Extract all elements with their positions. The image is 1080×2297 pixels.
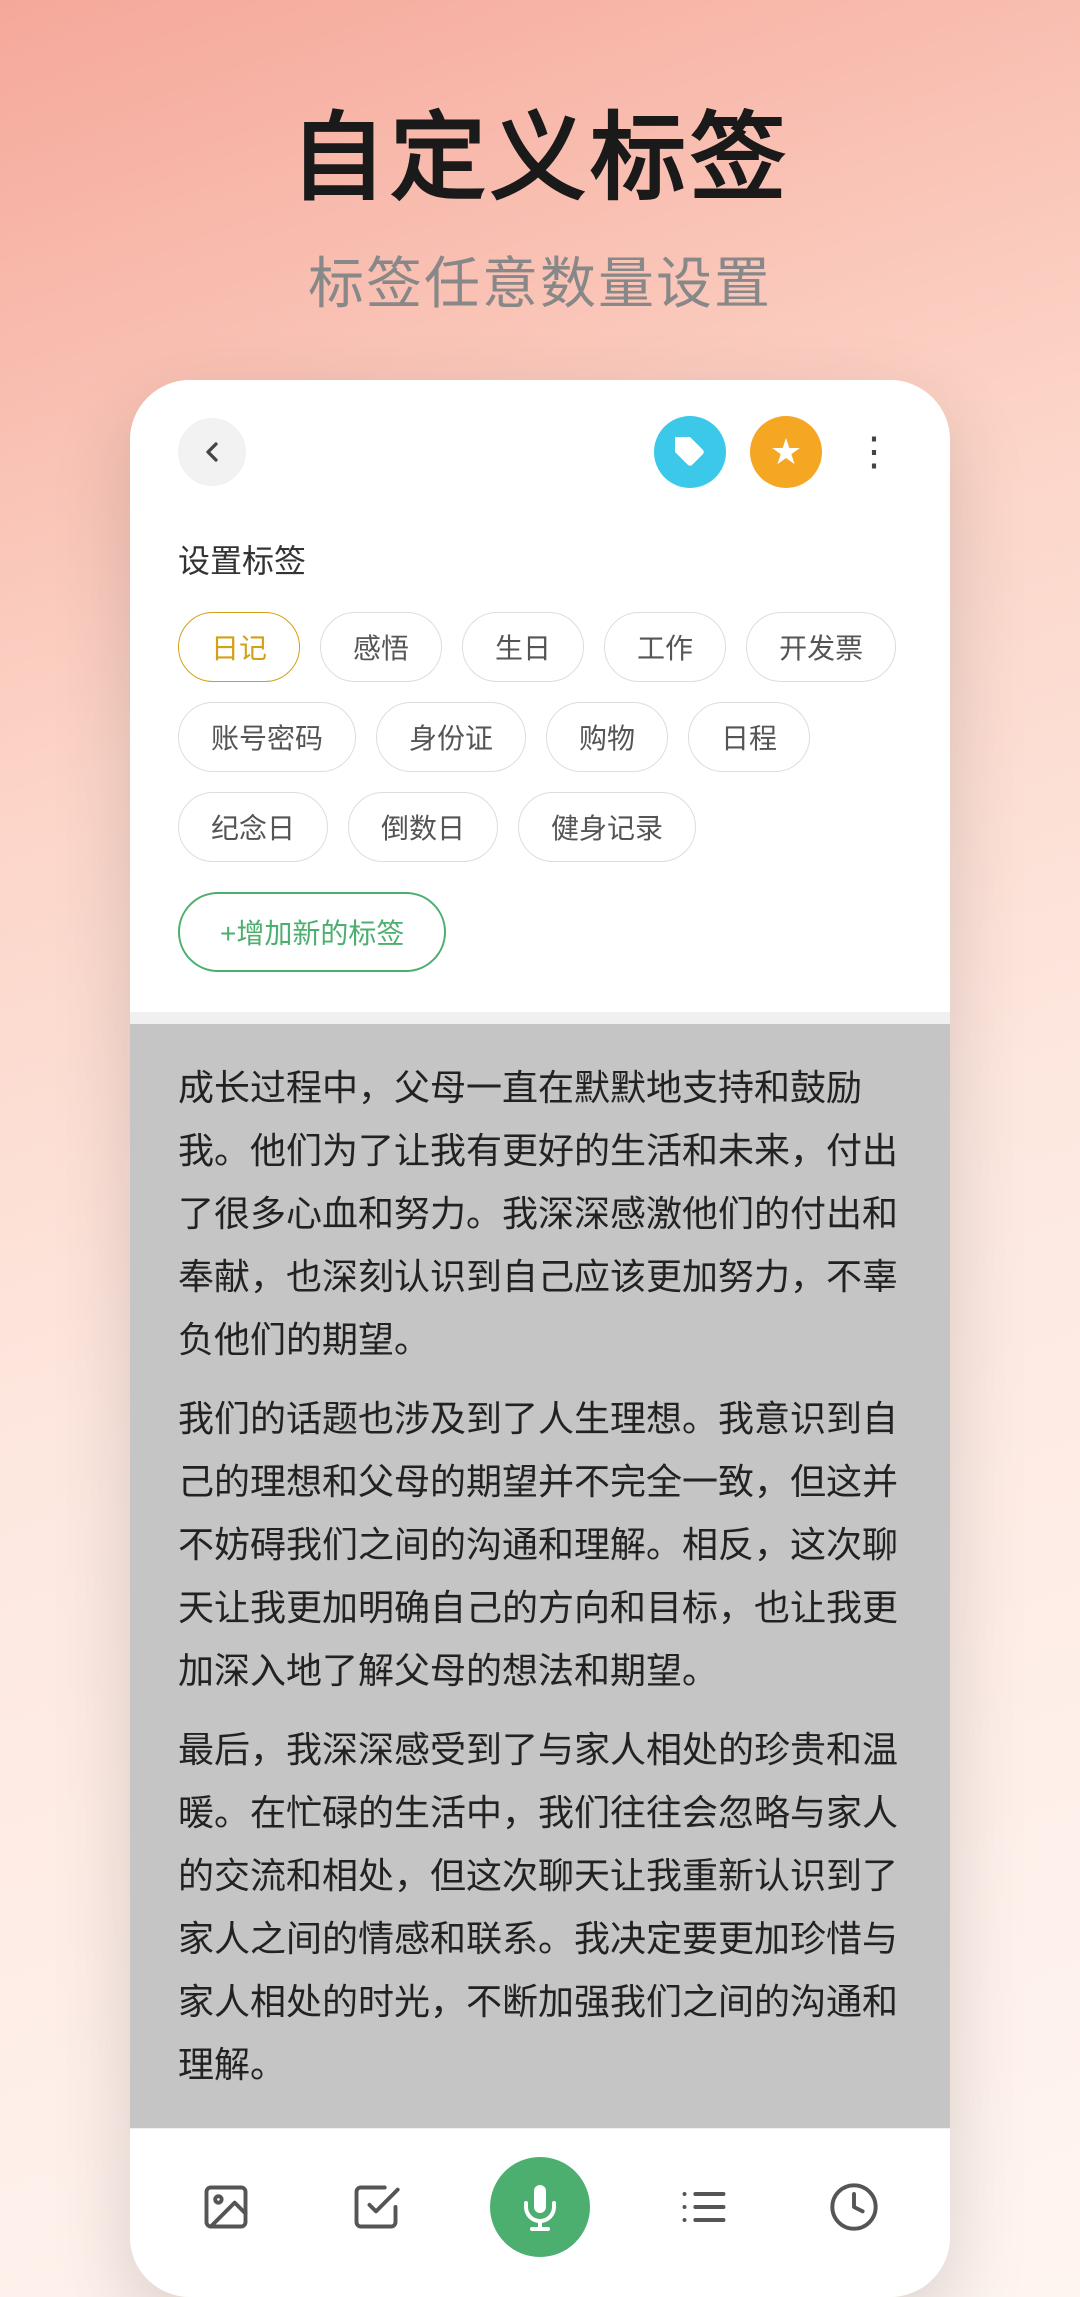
bottom-toolbar [130,2128,950,2297]
back-button[interactable] [178,418,246,486]
tag-chip-feelings[interactable]: 感悟 [320,612,442,682]
tag-chip-invoice[interactable]: 开发票 [746,612,896,682]
image-tool-button[interactable] [190,2171,262,2243]
diary-text-3: 最后，我深深感受到了与家人相处的珍贵和温暖。在忙碌的生活中，我们往往会忽略与家人… [178,1718,902,2096]
tag-chip-fitness[interactable]: 健身记录 [518,792,696,862]
hero-subtitle: 标签任意数量设置 [308,239,772,320]
checkbox-tool-button[interactable] [340,2171,412,2243]
tag-chip-memorial[interactable]: 纪念日 [178,792,328,862]
more-button[interactable]: ⋮ [846,429,902,475]
tags-row-2: 账号密码 身份证 购物 日程 [178,702,902,772]
diary-text-inner: 成长过程中，父母一直在默默地支持和鼓励我。他们为了让我有更好的生活和未来，付出了… [178,1056,902,2096]
tags-section: 设置标签 日记 感悟 生日 工作 开发票 账号密码 身份证 购物 日程 纪念日 … [130,516,950,1012]
add-tag-button[interactable]: +增加新的标签 [178,892,446,972]
tags-row-3: 纪念日 倒数日 健身记录 [178,792,902,862]
tag-chip-shopping[interactable]: 购物 [546,702,668,772]
tag-chip-account[interactable]: 账号密码 [178,702,356,772]
clock-tool-button[interactable] [818,2171,890,2243]
top-bar: ★ ⋮ [130,380,950,516]
tag-chip-id[interactable]: 身份证 [376,702,526,772]
phone-card: ★ ⋮ 设置标签 日记 感悟 生日 工作 开发票 账号密码 身份证 购物 日程 … [130,380,950,2297]
diary-content-area: 成长过程中，父母一直在默默地支持和鼓励我。他们为了让我有更好的生活和未来，付出了… [130,1024,950,2128]
tags-row-1: 日记 感悟 生日 工作 开发票 [178,612,902,682]
star-button[interactable]: ★ [750,416,822,488]
tag-chip-countdown[interactable]: 倒数日 [348,792,498,862]
top-actions: ★ ⋮ [654,416,902,488]
section-divider [130,1012,950,1024]
tags-title: 设置标签 [178,536,902,582]
tag-chip-schedule[interactable]: 日程 [688,702,810,772]
mic-button[interactable] [490,2157,590,2257]
tag-button[interactable] [654,416,726,488]
diary-text-2: 我们的话题也涉及到了人生理想。我意识到自己的理想和父母的期望并不完全一致，但这并… [178,1387,902,1702]
tag-chip-birthday[interactable]: 生日 [462,612,584,682]
hero-title: 自定义标签 [290,80,790,219]
diary-text: 成长过程中，父母一直在默默地支持和鼓励我。他们为了让我有更好的生活和未来，付出了… [178,1056,902,1371]
tag-chip-work[interactable]: 工作 [604,612,726,682]
list-tool-button[interactable] [668,2171,740,2243]
tag-chip-diary[interactable]: 日记 [178,612,300,682]
